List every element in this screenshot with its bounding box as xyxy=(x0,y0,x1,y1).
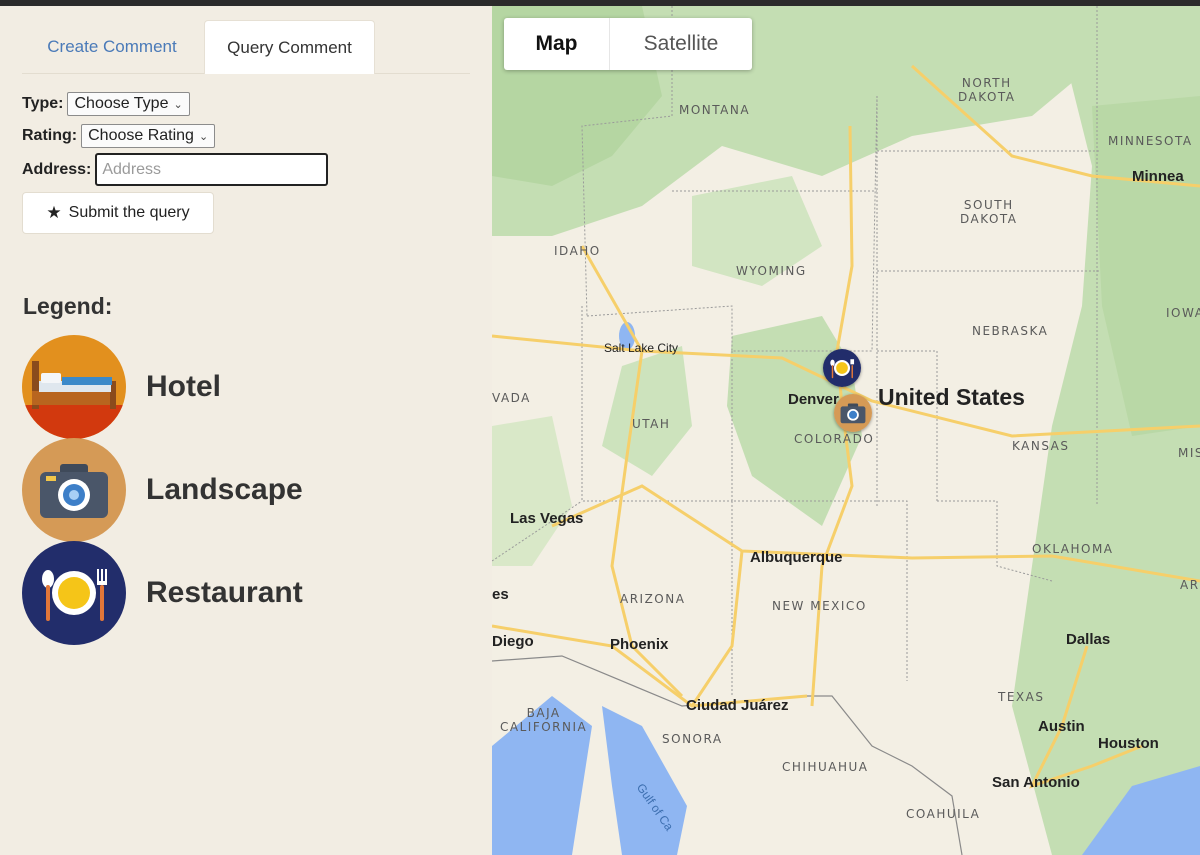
camera-icon xyxy=(22,438,126,542)
rating-row: Rating: Choose Rating ⌄ xyxy=(22,124,216,148)
map-label-houston: Houston xyxy=(1098,735,1159,752)
map-label-missouri: MIS xyxy=(1178,446,1200,460)
address-input[interactable] xyxy=(95,153,329,186)
map-label-colorado: COLORADO xyxy=(794,432,875,446)
legend-label-landscape: Landscape xyxy=(146,473,303,506)
map-label-san-antonio: San Antonio xyxy=(992,774,1080,791)
query-panel: Create Comment Query Comment Type: Choos… xyxy=(0,6,492,855)
legend-item-landscape: Landscape xyxy=(22,438,303,542)
map-label-utah: UTAH xyxy=(632,417,671,431)
map-label-sonora: SONORA xyxy=(662,732,723,746)
map-label-austin: Austin xyxy=(1038,718,1085,735)
map-label-south-dakota: SOUTH DAKOTA xyxy=(960,198,1018,226)
chevron-down-icon: ⌄ xyxy=(173,98,183,111)
map-label-coahuila: COAHUILA xyxy=(906,807,981,821)
map-label-wyoming: WYOMING xyxy=(736,264,807,278)
map-label-new-mexico: NEW MEXICO xyxy=(772,599,867,613)
map-label-los-angeles: es xyxy=(492,586,509,603)
rating-select[interactable]: Choose Rating ⌄ xyxy=(81,124,216,148)
map-label-ciudad-juarez: Ciudad Juárez xyxy=(686,697,789,714)
map-label-las-vegas: Las Vegas xyxy=(510,510,584,527)
map-label-chihuahua: CHIHUAHUA xyxy=(782,760,869,774)
comment-tabs: Create Comment Query Comment xyxy=(22,20,470,74)
map-label-minneapolis: Minnea xyxy=(1132,168,1184,185)
map-label-montana: MONTANA xyxy=(679,103,751,117)
chevron-down-icon: ⌄ xyxy=(198,130,209,143)
hotel-bed-icon xyxy=(22,335,126,439)
address-label: Address: xyxy=(22,160,92,178)
map-label-arkansas: AR xyxy=(1180,578,1200,592)
tab-query-comment[interactable]: Query Comment xyxy=(204,20,375,74)
rating-select-value: Choose Rating xyxy=(88,127,194,144)
map-label-iowa: IOWA xyxy=(1166,306,1200,320)
map-label-nevada: VADA xyxy=(492,391,531,405)
landscape-marker[interactable] xyxy=(834,394,872,432)
map-label-nebraska: NEBRASKA xyxy=(972,324,1049,338)
address-row: Address: xyxy=(22,153,329,186)
map-view[interactable]: Map Satellite MONTANA NORTH DAKOTA MINNE… xyxy=(492,6,1200,855)
type-row: Type: Choose Type ⌄ xyxy=(22,92,190,116)
submit-query-button[interactable]: ★ Submit the query xyxy=(22,192,214,234)
map-label-minnesota: MINNESOTA xyxy=(1108,134,1193,148)
legend-item-hotel: Hotel xyxy=(22,335,221,439)
type-select-value: Choose Type xyxy=(74,95,169,112)
star-icon: ★ xyxy=(46,203,62,222)
map-label-dallas: Dallas xyxy=(1066,631,1111,648)
map-label-idaho: IDAHO xyxy=(554,244,601,258)
map-type-control: Map Satellite xyxy=(504,18,752,70)
legend-label-hotel: Hotel xyxy=(146,370,221,403)
legend-label-restaurant: Restaurant xyxy=(146,576,303,609)
legend-title: Legend: xyxy=(23,293,113,319)
map-label-kansas: KANSAS xyxy=(1012,439,1070,453)
map-label-north-dakota: NORTH DAKOTA xyxy=(958,76,1016,104)
legend-item-restaurant: Restaurant xyxy=(22,541,303,645)
map-label-denver: Denver xyxy=(788,391,839,408)
map-label-oklahoma: OKLAHOMA xyxy=(1032,542,1114,556)
map-type-satellite-button[interactable]: Satellite xyxy=(610,18,752,70)
type-select[interactable]: Choose Type ⌄ xyxy=(67,92,190,116)
map-label-country: United States xyxy=(878,384,1025,410)
plate-cutlery-icon xyxy=(22,541,126,645)
map-label-san-diego: Diego xyxy=(492,633,534,650)
map-label-arizona: ARIZONA xyxy=(620,592,686,606)
submit-label: Submit the query xyxy=(68,204,190,221)
map-label-albuquerque: Albuquerque xyxy=(750,549,843,566)
type-label: Type: xyxy=(22,95,64,112)
tab-create-comment[interactable]: Create Comment xyxy=(22,20,202,74)
rating-label: Rating: xyxy=(22,127,78,144)
map-label-phoenix: Phoenix xyxy=(610,636,669,653)
restaurant-marker[interactable] xyxy=(823,349,861,387)
map-type-map-button[interactable]: Map xyxy=(504,18,610,70)
map-label-baja-california: BAJA CALIFORNIA xyxy=(500,706,588,734)
camera-icon xyxy=(834,394,872,432)
map-label-salt-lake-city: Salt Lake City xyxy=(604,341,679,355)
plate-cutlery-icon xyxy=(823,349,861,387)
map-label-texas: TEXAS xyxy=(998,690,1045,704)
